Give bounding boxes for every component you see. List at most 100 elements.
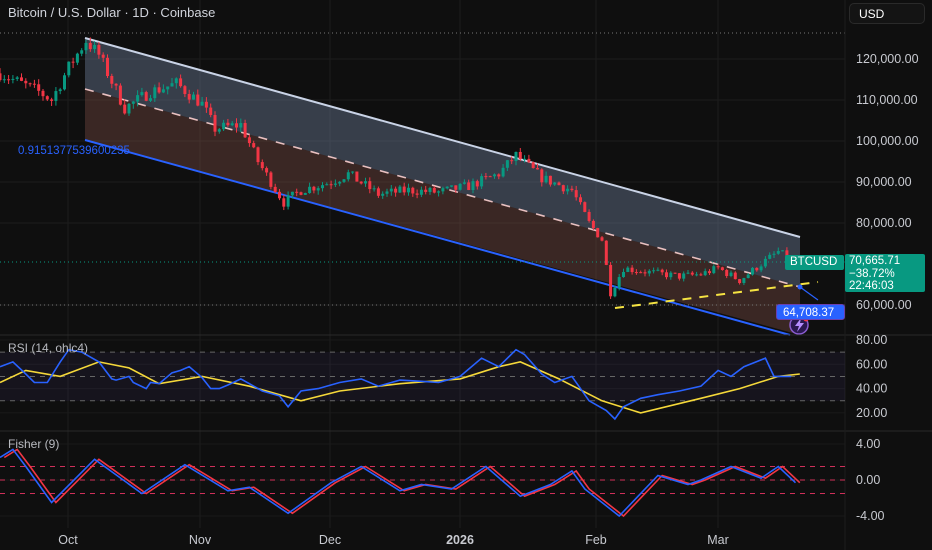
candle-body: [609, 264, 613, 297]
candle-body: [389, 188, 393, 192]
candle-body: [501, 167, 505, 177]
candle-body: [166, 86, 170, 90]
candle-body: [712, 266, 716, 274]
candle: [63, 72, 66, 91]
candle-body: [471, 181, 475, 191]
candle-body: [41, 90, 45, 97]
candle-body: [450, 185, 453, 187]
candle-body: [45, 96, 49, 100]
candle-body: [153, 87, 157, 99]
candle-body: [746, 274, 750, 279]
candle-body: [37, 84, 41, 91]
candle-body: [514, 151, 518, 161]
candle-body: [639, 272, 643, 274]
candle-body: [660, 269, 664, 273]
candle-body: [763, 258, 767, 267]
candle: [531, 161, 535, 169]
candle-body: [282, 198, 286, 207]
candle-body: [364, 181, 367, 184]
fisher-line: [0, 448, 797, 518]
candle-body: [123, 104, 127, 114]
candle-body: [398, 186, 402, 193]
bar-countdown: 22:46:03: [849, 280, 894, 292]
candle-body: [196, 94, 200, 106]
candle-body: [548, 175, 552, 185]
alert-anchor-dot[interactable]: [797, 284, 803, 290]
candle-body: [729, 272, 733, 276]
candle-body: [50, 99, 54, 101]
candle-body: [32, 83, 36, 85]
candle: [41, 88, 45, 101]
candle-body: [161, 89, 165, 93]
candle-body: [634, 272, 638, 274]
candle-body: [716, 266, 720, 268]
price-axis-label: 110,000.00: [856, 93, 918, 107]
candle-body: [157, 87, 161, 93]
candle-body: [385, 191, 389, 194]
candle-body: [260, 162, 264, 169]
candle-body: [200, 101, 204, 106]
candle-body: [755, 267, 759, 271]
candle-body: [695, 274, 699, 276]
price-axis-label: 90,000.00: [856, 175, 912, 189]
candle-body: [114, 83, 118, 86]
candle-body: [359, 181, 363, 184]
candle-body: [0, 73, 2, 81]
candle-body: [308, 186, 312, 193]
candle-body: [647, 270, 651, 274]
candle: [596, 227, 600, 238]
candle-body: [652, 270, 656, 272]
candle-body: [759, 266, 763, 271]
candle-body: [217, 129, 221, 132]
alert-price-label[interactable]: 64,708.37: [776, 304, 845, 320]
time-axis-label: 2026: [446, 533, 474, 547]
candle: [609, 262, 613, 299]
chart-canvas[interactable]: 120,000.00 110,000.00 100,000.00 90,000.00 8…: [0, 0, 932, 550]
candle-body: [127, 103, 131, 114]
candle: [50, 97, 54, 106]
candle-body: [437, 191, 441, 193]
candle-body: [243, 123, 247, 138]
candle-body: [591, 220, 595, 229]
candle-body: [708, 271, 711, 274]
candle-body: [346, 172, 350, 180]
candle-body: [183, 86, 187, 95]
candle-body: [781, 250, 785, 252]
candle: [24, 78, 28, 89]
candle-body: [144, 92, 148, 101]
candle-body: [497, 174, 501, 177]
candle: [355, 171, 359, 182]
candle-body: [368, 181, 372, 190]
candle-body: [419, 189, 423, 195]
candle-body: [432, 187, 436, 193]
candle-body: [226, 122, 230, 126]
rsi-axis-label: 40.00: [856, 382, 887, 396]
candle-body: [88, 42, 92, 50]
candle-body: [536, 168, 539, 170]
candle-body: [690, 272, 694, 275]
candle: [458, 183, 462, 191]
candle-body: [553, 182, 557, 185]
candle-body: [28, 83, 32, 85]
candle-body: [445, 186, 449, 189]
candle: [67, 61, 71, 78]
candle-body: [321, 185, 324, 189]
candle-body: [381, 193, 385, 196]
candle-body: [626, 267, 630, 272]
candle-body: [411, 187, 415, 194]
fib-level-label: 0.9151377539600235: [18, 145, 130, 157]
currency-button[interactable]: USD: [849, 3, 925, 24]
candle-body: [583, 202, 587, 212]
rsi-axis-label: 80.00: [856, 333, 887, 347]
candle-body: [265, 168, 269, 173]
candle-body: [71, 61, 75, 63]
candle: [75, 52, 79, 66]
candle-body: [531, 162, 535, 169]
candle-body: [751, 267, 754, 275]
candle: [54, 87, 58, 106]
candle-body: [566, 188, 570, 192]
candle-body: [333, 183, 337, 185]
candle: [11, 75, 15, 84]
candle-body: [312, 186, 316, 191]
time-axis-label: Nov: [189, 533, 212, 547]
